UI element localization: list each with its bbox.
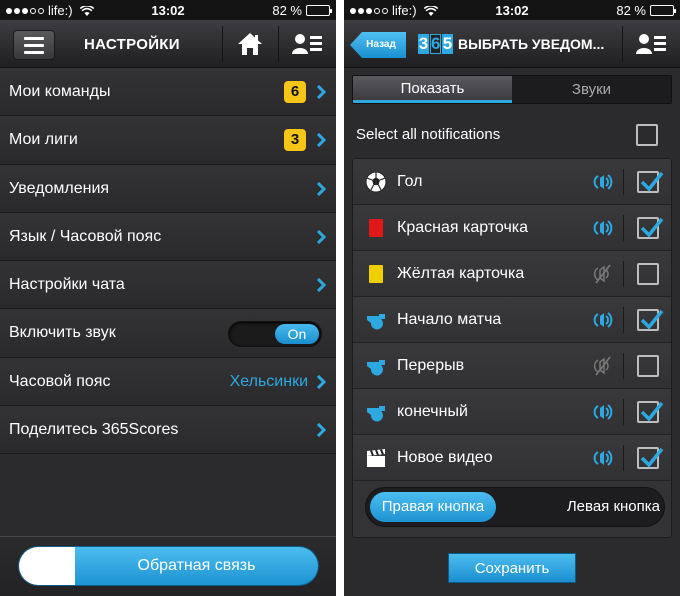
status-bar: life:) 13:02 82 % (344, 0, 680, 20)
notification-label: Жёлтая карточка (397, 265, 525, 282)
toggle-state: On (275, 324, 319, 345)
chevron-right-icon (316, 423, 326, 438)
menu-item-timezone[interactable]: Часовой пояс Хельсинки (0, 357, 336, 407)
notification-row-goal: Гол (353, 159, 671, 205)
settings-list: Мои команды 6 Мои лиги 3 Уведомления Язы… (0, 68, 336, 455)
battery-icon (650, 5, 676, 16)
tab-show[interactable]: Показать (353, 76, 512, 103)
sound-on-icon[interactable] (591, 400, 615, 424)
page-title: НАСТРОЙКИ (84, 36, 180, 53)
menu-item-label: Мои команды (9, 83, 111, 100)
sound-off-icon[interactable] (591, 262, 615, 286)
menu-item-label: Поделитесь 365Scores (9, 421, 179, 439)
notification-label: конечный (397, 403, 468, 420)
whistle-icon (367, 360, 385, 376)
menu-item-language-timezone[interactable]: Язык / Часовой пояс (0, 212, 336, 262)
notification-checkbox[interactable] (637, 309, 664, 331)
notification-checkbox[interactable] (637, 401, 664, 423)
notification-row-yellow-card: Жёлтая карточка (353, 251, 671, 297)
menu-item-label: Уведомления (9, 179, 110, 197)
whistle-icon (367, 406, 385, 422)
sound-off-icon[interactable] (591, 354, 615, 378)
logo-digit: 3 (418, 34, 429, 54)
notification-row-final: конечный (353, 389, 671, 435)
notification-label: Гол (397, 173, 423, 190)
sound-on-icon[interactable] (591, 446, 615, 470)
menu-item-label: Включить звук (9, 324, 116, 342)
tab-sounds[interactable]: Звуки (512, 76, 671, 103)
chevron-right-icon (316, 133, 326, 148)
notification-row-halftime: Перерыв (353, 343, 671, 389)
notification-checkbox[interactable] (637, 447, 664, 469)
chevron-right-icon (316, 229, 326, 244)
back-button[interactable]: Назад (350, 32, 406, 58)
app-logo: 3 6 5 (418, 34, 453, 54)
sound-on-icon[interactable] (591, 216, 615, 240)
menu-item-label: Настройки чата (9, 276, 125, 294)
right-button-option[interactable]: Правая кнопка (370, 492, 496, 522)
tab-bar: Показать Звуки (352, 75, 672, 104)
hamburger-menu-button[interactable] (13, 30, 55, 60)
notification-list: Гол Красная карточка Жёлтая карточка Нач… (352, 158, 672, 538)
soccer-ball-icon (365, 171, 387, 193)
chevron-right-icon (316, 374, 326, 389)
notification-label: Красная карточка (397, 219, 529, 236)
notifications-screen: life:) 13:02 82 % Назад 3 6 5 ВЫБРАТЬ УВ… (344, 0, 680, 596)
battery-icon (306, 5, 332, 16)
menu-item-label: Мои лиги (9, 131, 78, 149)
chevron-right-icon (316, 181, 326, 196)
sound-on-icon[interactable] (591, 308, 615, 332)
timezone-value: Хельсинки (229, 372, 308, 390)
logo-digit: 5 (442, 34, 453, 54)
button-side-toggle[interactable]: Правая кнопка Левая кнопка (365, 487, 665, 527)
notification-label: Перерыв (397, 357, 465, 374)
notification-label: Новое видео (397, 449, 493, 466)
chevron-right-icon (316, 85, 326, 99)
menu-item-label: Язык / Часовой пояс (9, 227, 162, 245)
feedback-button[interactable]: Обратная связь (18, 546, 319, 586)
menu-item-my-teams[interactable]: Мои команды 6 (0, 68, 336, 117)
select-all-checkbox[interactable] (636, 124, 658, 146)
settings-screen: life:) 13:02 82 % НАСТРОЙКИ Мои команды … (0, 0, 336, 596)
notification-row-match-start: Начало матча (353, 297, 671, 343)
feedback-label: Обратная связь (75, 547, 318, 585)
status-bar: life:) 13:02 82 % (0, 0, 336, 20)
battery-percent: 82 % (616, 3, 646, 18)
menu-item-enable-sound: Включить звук On (0, 309, 336, 358)
page-title: ВЫБРАТЬ УВЕДОМ... (458, 36, 605, 52)
red-card-icon (369, 219, 383, 237)
notification-row-red-card: Красная карточка (353, 205, 671, 251)
menu-item-my-leagues[interactable]: Мои лиги 3 (0, 116, 336, 165)
chevron-right-icon (316, 278, 326, 293)
battery-percent: 82 % (272, 3, 302, 18)
sound-toggle[interactable]: On (228, 321, 322, 348)
notification-checkbox[interactable] (637, 355, 659, 377)
notification-checkbox[interactable] (637, 263, 659, 285)
whistle-icon (367, 314, 385, 330)
header-bar: НАСТРОЙКИ (0, 20, 336, 68)
menu-item-chat-settings[interactable]: Настройки чата (0, 261, 336, 310)
select-all-label: Select all notifications (356, 126, 501, 143)
menu-item-notifications[interactable]: Уведомления (0, 164, 336, 213)
profile-icon[interactable] (292, 32, 322, 61)
yellow-card-icon (369, 265, 383, 283)
sound-on-icon[interactable] (591, 170, 615, 194)
menu-item-label: Часовой пояс (9, 372, 111, 390)
count-badge: 3 (284, 129, 306, 152)
count-badge: 6 (284, 81, 306, 103)
notification-row-new-video: Новое видео (353, 435, 671, 481)
header-bar: Назад 3 6 5 ВЫБРАТЬ УВЕДОМ... (344, 20, 680, 68)
profile-icon[interactable] (636, 32, 666, 61)
clapperboard-icon (367, 449, 385, 467)
logo-digit: 6 (430, 34, 441, 54)
left-button-option[interactable]: Левая кнопка (567, 498, 660, 515)
save-button[interactable]: Сохранить (448, 553, 576, 583)
notification-checkbox[interactable] (637, 171, 664, 193)
notification-checkbox[interactable] (637, 217, 664, 239)
menu-item-share[interactable]: Поделитесь 365Scores (0, 406, 336, 455)
notification-label: Начало матча (397, 311, 502, 328)
home-icon[interactable] (236, 30, 264, 63)
